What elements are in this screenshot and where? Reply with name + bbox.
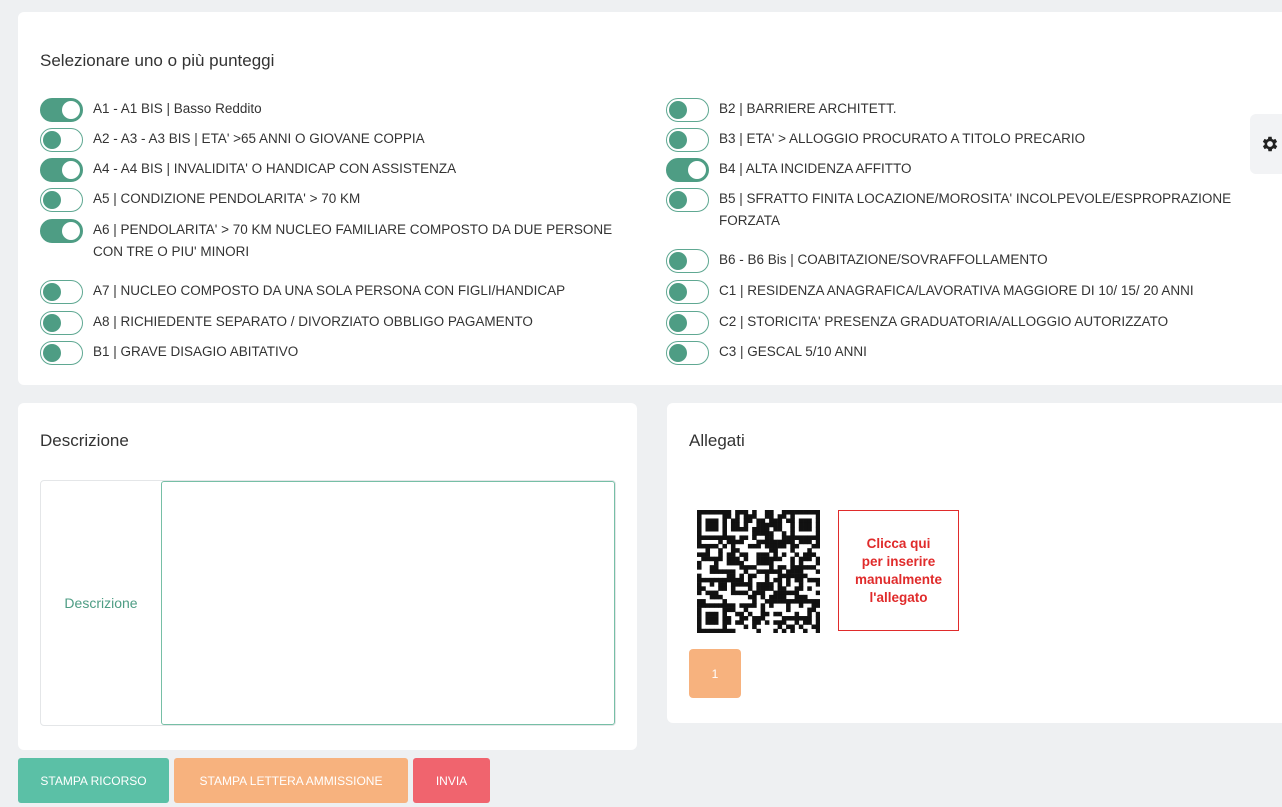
toggle-row-b6[interactable]: B6 - B6 Bis | COABITAZIONE/SOVRAFFOLLAME… [666,249,1048,273]
toggle-switch[interactable] [40,98,83,122]
toggle-row-c3[interactable]: C3 | GESCAL 5/10 ANNI [666,341,867,365]
settings-button[interactable] [1250,114,1282,174]
toggle-label: A5 | CONDIZIONE PENDOLARITA' > 70 KM [93,191,361,206]
toggle-label: C1 | RESIDENZA ANAGRAFICA/LAVORATIVA MAG… [719,283,1194,298]
toggle-switch[interactable] [666,98,709,122]
toggle-switch[interactable] [40,311,83,335]
toggle-row-b5[interactable]: B5 | SFRATTO FINITA LOCAZIONE/MOROSITA' … [666,188,1266,232]
toggle-row-a8[interactable]: A8 | RICHIEDENTE SEPARATO / DIVORZIATO O… [40,311,533,335]
toggle-label: B1 | GRAVE DISAGIO ABITATIVO [93,344,299,359]
toggle-row-b1[interactable]: B1 | GRAVE DISAGIO ABITATIVO [40,341,298,365]
toggle-switch[interactable] [666,341,709,365]
manual-attachment-text: Clicca qui [866,535,931,551]
scores-title: Selezionare uno o più punteggi [40,51,275,70]
toggle-row-a6[interactable]: A6 | PENDOLARITA' > 70 KM NUCLEO FAMILIA… [40,219,640,263]
attachments-title: Allegati [689,431,745,450]
toggle-label: C3 | GESCAL 5/10 ANNI [719,344,867,359]
manual-attachment-text: l'allegato [869,589,928,605]
toggle-label: B3 | ETA' > ALLOGGIO PROCURATO A TITOLO … [719,131,1086,146]
toggle-switch[interactable] [40,280,83,304]
description-field-group: Descrizione [40,480,616,726]
page-1-button[interactable]: 1 [689,649,741,698]
toggle-label: C2 | STORICITA' PRESENZA GRADUATORIA/ALL… [719,314,1169,329]
toggle-switch[interactable] [666,280,709,304]
toggle-switch[interactable] [40,188,83,212]
toggle-row-a4[interactable]: A4 - A4 BIS | INVALIDITA' O HANDICAP CON… [40,158,456,182]
stampa-ricorso-button[interactable]: STAMPA RICORSO [18,758,169,803]
attachments-card: Allegati Clicca qui per inserire manualm… [667,403,1282,723]
toggle-row-b3[interactable]: B3 | ETA' > ALLOGGIO PROCURATO A TITOLO … [666,128,1085,152]
toggle-switch[interactable] [40,158,83,182]
description-title: Descrizione [40,431,129,450]
toggle-switch[interactable] [666,249,709,273]
invia-button[interactable]: INVIA [413,758,490,803]
toggle-switch[interactable] [666,188,709,212]
toggle-switch[interactable] [40,341,83,365]
description-textarea[interactable] [161,481,615,725]
toggle-row-a7[interactable]: A7 | NUCLEO COMPOSTO DA UNA SOLA PERSONA… [40,280,565,304]
qr-code-icon[interactable] [697,510,820,633]
toggle-label: B6 - B6 Bis | COABITAZIONE/SOVRAFFOLLAME… [719,252,1048,267]
description-field-label: Descrizione [64,595,138,611]
toggle-switch[interactable] [40,219,83,243]
toggle-label: A2 - A3 - A3 BIS | ETA' >65 ANNI O GIOVA… [93,131,425,146]
toggle-row-a2[interactable]: A2 - A3 - A3 BIS | ETA' >65 ANNI O GIOVA… [40,128,425,152]
toggle-row-b4[interactable]: B4 | ALTA INCIDENZA AFFITTO [666,158,912,182]
description-card: Descrizione Descrizione [18,403,637,750]
manual-attachment-text: manualmente [854,571,943,587]
toggle-label: A7 | NUCLEO COMPOSTO DA UNA SOLA PERSONA… [93,283,566,298]
toggle-label: A6 | PENDOLARITA' > 70 KM NUCLEO FAMILIA… [93,222,613,259]
toggle-row-b2[interactable]: B2 | BARRIERE ARCHITETT. [666,98,897,122]
toggle-row-a5[interactable]: A5 | CONDIZIONE PENDOLARITA' > 70 KM [40,188,360,212]
toggle-row-a1[interactable]: A1 - A1 BIS | Basso Reddito [40,98,262,122]
gear-icon [1262,136,1278,152]
toggle-switch[interactable] [666,128,709,152]
toggle-label: B2 | BARRIERE ARCHITETT. [719,101,897,116]
toggle-switch[interactable] [666,158,709,182]
toggle-switch[interactable] [40,128,83,152]
toggle-label: A1 - A1 BIS | Basso Reddito [93,101,262,116]
stampa-lettera-ammissione-button[interactable]: STAMPA LETTERA AMMISSIONE [174,758,408,803]
toggle-row-c2[interactable]: C2 | STORICITA' PRESENZA GRADUATORIA/ALL… [666,311,1168,335]
scores-card: Selezionare uno o più punteggi A1 - A1 B… [18,12,1282,385]
toggle-row-c1[interactable]: C1 | RESIDENZA ANAGRAFICA/LAVORATIVA MAG… [666,280,1194,304]
toggle-switch[interactable] [666,311,709,335]
toggle-label: A4 - A4 BIS | INVALIDITA' O HANDICAP CON… [93,161,457,176]
manual-attachment-button[interactable]: Clicca qui per inserire manualmente l'al… [838,510,959,631]
toggle-label: B4 | ALTA INCIDENZA AFFITTO [719,161,912,176]
toggle-label: A8 | RICHIEDENTE SEPARATO / DIVORZIATO O… [93,314,533,329]
manual-attachment-text: per inserire [861,553,936,569]
toggle-label: B5 | SFRATTO FINITA LOCAZIONE/MOROSITA' … [719,191,1232,228]
